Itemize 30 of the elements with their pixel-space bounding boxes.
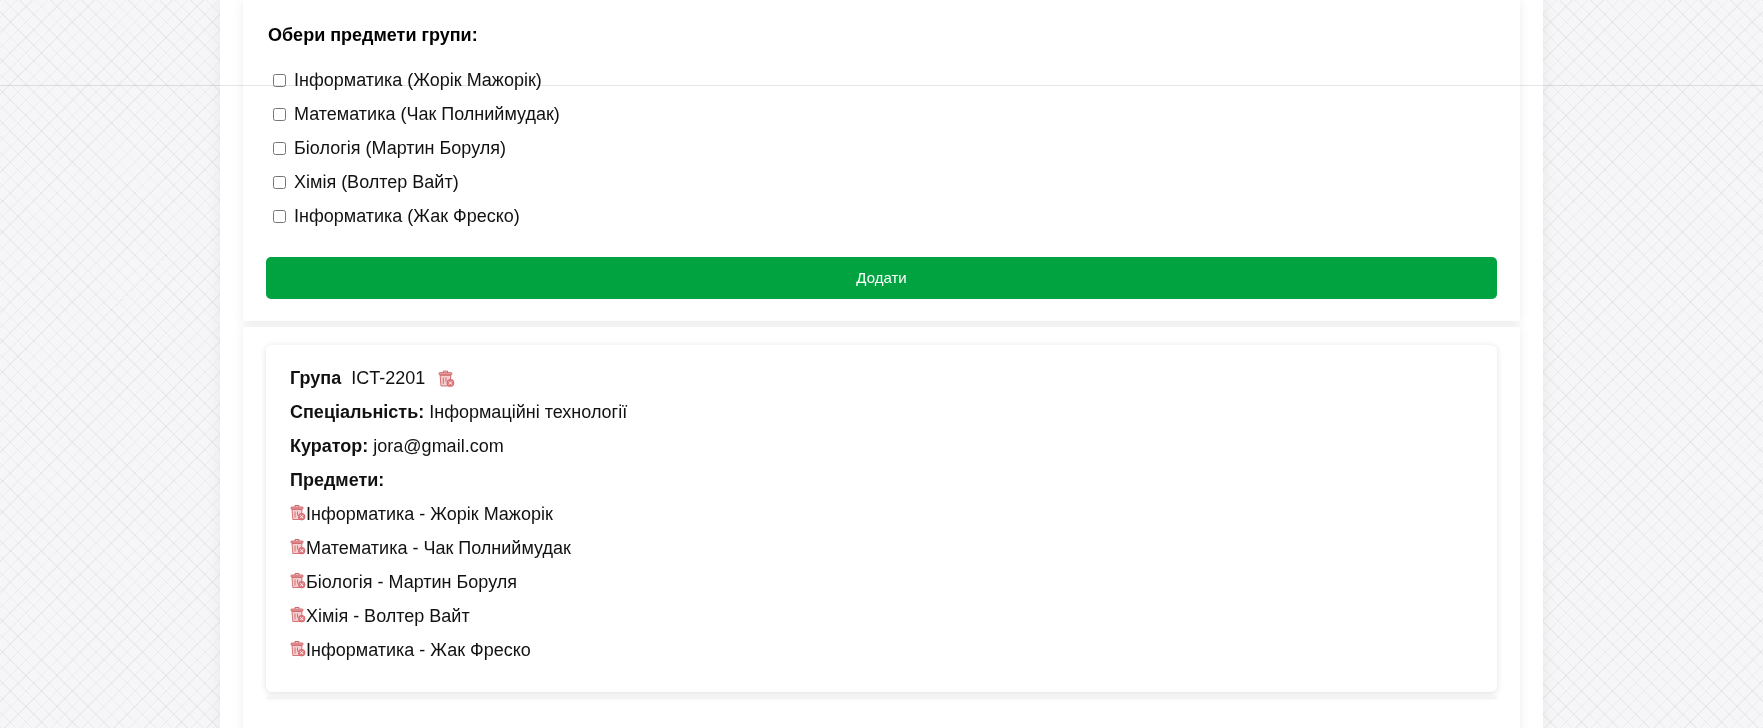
- checkbox[interactable]: [273, 107, 286, 121]
- trash-icon[interactable]: [290, 503, 306, 521]
- checkbox-label: Біологія (Мартин Боруля): [294, 136, 506, 160]
- trash-icon[interactable]: [290, 605, 306, 623]
- field-label: Спеціальність:: [290, 400, 425, 424]
- trash-icon[interactable]: [438, 368, 456, 388]
- checkbox-label: Інформатика (Жак Фреско): [294, 204, 520, 228]
- subjects-heading: Предмети:: [290, 468, 385, 492]
- form-heading: Обери предмети групи:: [268, 23, 478, 47]
- subject-item: Біологія - Мартин Боруля: [306, 570, 517, 594]
- trash-icon[interactable]: [290, 537, 306, 555]
- subject-item: Інформатика - Жорік Мажорік: [306, 502, 553, 526]
- trash-icon[interactable]: [290, 571, 306, 589]
- checkbox[interactable]: [273, 175, 286, 189]
- add-button[interactable]: Додати: [266, 257, 1497, 299]
- group-label: Група: [290, 366, 342, 390]
- checkbox-label: Хімія (Волтер Вайт): [294, 170, 459, 194]
- field-value: jora@gmail.com: [373, 434, 504, 458]
- subject-item: Математика - Чак Полниймудак: [306, 536, 571, 560]
- checkbox[interactable]: [273, 209, 286, 223]
- field-label: Куратор:: [290, 434, 369, 458]
- trash-icon[interactable]: [290, 639, 306, 657]
- subject-item: Інформатика - Жак Фреско: [306, 638, 531, 662]
- checkbox[interactable]: [273, 73, 286, 87]
- group-name: ICT-2201: [351, 366, 426, 390]
- field-value: Інформаційні технології: [429, 400, 628, 424]
- subject-item: Хімія - Волтер Вайт: [306, 604, 470, 628]
- checkbox-label: Математика (Чак Полниймудак): [294, 102, 560, 126]
- checkbox-label: Інформатика (Жорік Мажорік): [294, 68, 542, 92]
- checkbox[interactable]: [273, 141, 286, 155]
